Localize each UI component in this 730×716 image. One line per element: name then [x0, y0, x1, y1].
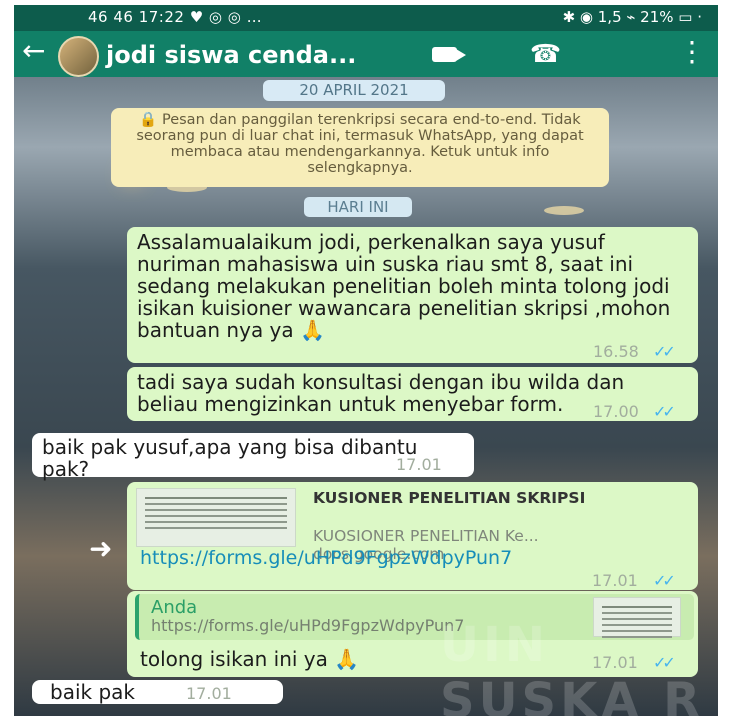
more-vertical-icon[interactable]: ⋮	[678, 37, 706, 67]
message-text: tadi saya sudah konsultasi dengan ibu wi…	[137, 370, 625, 416]
today-separator: HARI INI	[304, 197, 412, 217]
link-url[interactable]: https://forms.gle/uHPd9FgpzWdpyPun7	[140, 548, 512, 568]
message-text: Assalamualaikum jodi, perkenalkan saya y…	[137, 230, 671, 342]
chat-background: 20 APRIL 2021 🔒 Pesan dan panggilan tere…	[14, 77, 718, 716]
link-message-bubble[interactable]: KUSIONER PENELITIAN SKRIPSI KUOSIONER PE…	[127, 482, 698, 590]
link-preview-image[interactable]	[136, 488, 296, 547]
forward-arrow-icon[interactable]: ➜	[89, 532, 112, 565]
message-text: baik pak	[50, 680, 135, 704]
status-bar: 46 46 17:22 ♥ ◎ ◎ … ✱ ◉ 1,5 ⌁ 21% ▭ ·	[14, 5, 718, 31]
read-receipt-icon: ✓✓	[653, 571, 676, 590]
arrow-left-icon[interactable]: ←	[22, 36, 45, 66]
quote-text: https://forms.gle/uHPd9FgpzWdpyPun7	[151, 616, 465, 635]
read-receipt-icon: ✓✓	[653, 342, 676, 361]
video-call-icon[interactable]	[432, 47, 466, 62]
avatar[interactable]	[58, 36, 99, 77]
contact-name[interactable]: jodi siswa cenda...	[106, 41, 356, 69]
message-time: 17.00	[593, 402, 639, 421]
message-bubble[interactable]: Assalamualaikum jodi, perkenalkan saya y…	[127, 227, 698, 363]
encryption-notice[interactable]: 🔒 Pesan dan panggilan terenkripsi secara…	[111, 108, 609, 187]
read-receipt-icon: ✓✓	[653, 402, 676, 421]
message-time: 16.58	[593, 342, 639, 361]
phone-icon[interactable]: ☎	[530, 39, 561, 68]
wallpaper-lamp	[544, 206, 584, 215]
message-bubble[interactable]: baik pak yusuf,apa yang bisa dibantu pak…	[32, 433, 474, 480]
message-bubble[interactable]: tadi saya sudah konsultasi dengan ibu wi…	[127, 367, 698, 421]
status-left: 46 46 17:22 ♥ ◎ ◎ …	[88, 8, 263, 26]
watermark: UIN SUSKA R	[440, 617, 705, 716]
date-separator: 20 APRIL 2021	[263, 80, 445, 101]
chat-header: ← jodi siswa cenda... ☎ ⋮	[14, 31, 718, 77]
message-time: 17.01	[186, 684, 232, 703]
whatsapp-chat-screen: 46 46 17:22 ♥ ◎ ◎ … ✱ ◉ 1,5 ⌁ 21% ▭ · ← …	[0, 0, 730, 716]
message-time: 17.01	[592, 571, 638, 590]
message-text: baik pak yusuf,apa yang bisa dibantu pak…	[42, 435, 418, 481]
message-bubble[interactable]: baik pak 17.01	[32, 680, 283, 704]
link-title[interactable]: KUSIONER PENELITIAN SKRIPSI	[313, 489, 585, 507]
message-time: 17.01	[396, 455, 442, 474]
status-right: ✱ ◉ 1,5 ⌁ 21% ▭ ·	[562, 8, 702, 26]
message-text: tolong isikan ini ya 🙏	[140, 647, 360, 671]
praying-hands-emoji: 🙏	[300, 318, 325, 342]
praying-hands-emoji: 🙏	[334, 647, 360, 671]
